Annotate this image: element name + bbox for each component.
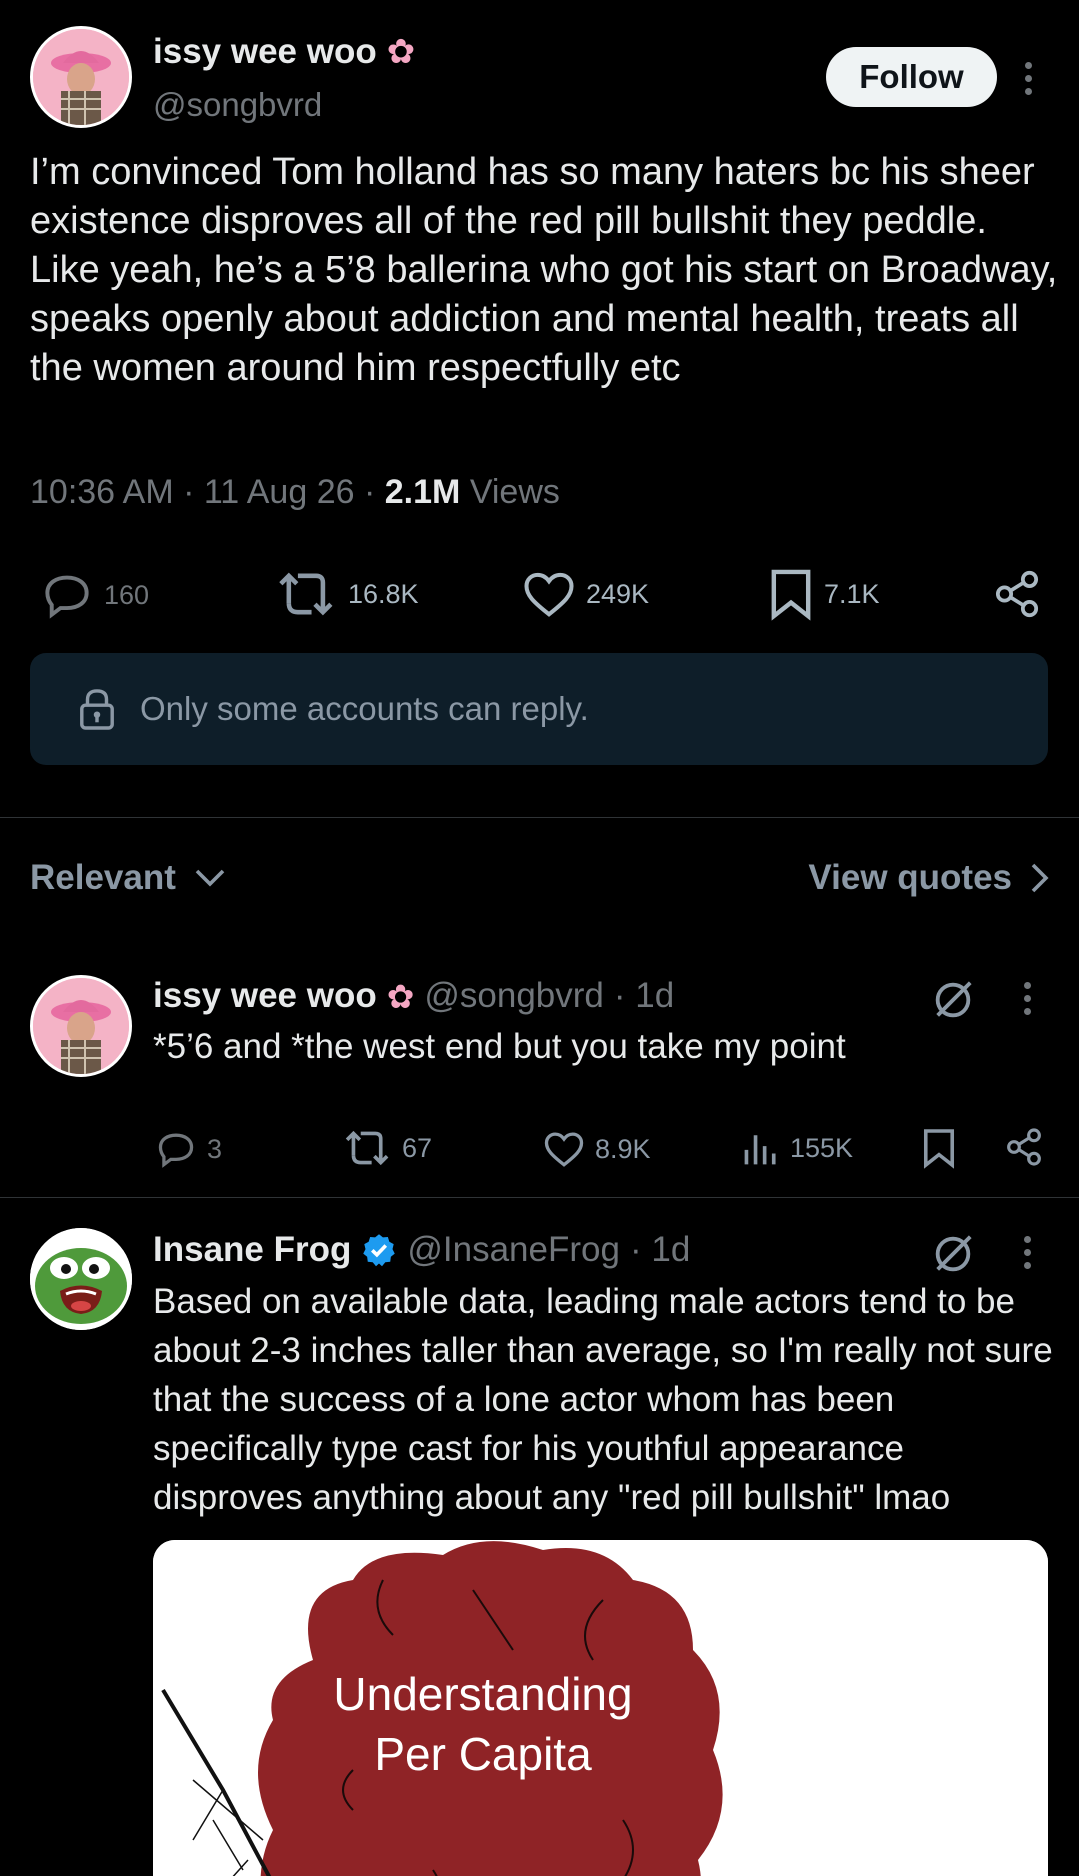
author-name[interactable]: issy wee woo xyxy=(153,32,377,72)
author-handle[interactable]: @songbvrd xyxy=(153,86,322,124)
reply-author-name[interactable]: issy wee woo xyxy=(153,976,377,1016)
tweet-text: I’m convinced Tom holland has so many ha… xyxy=(30,151,1058,389)
flower-emoji-icon: ✿ xyxy=(386,33,416,71)
lock-icon xyxy=(80,689,114,730)
heart-icon xyxy=(544,1132,584,1167)
bookmark-action[interactable]: 7.1K xyxy=(768,567,880,621)
chevron-right-icon xyxy=(1031,863,1049,893)
views-count: 2.1M xyxy=(384,473,461,511)
reply-handle[interactable]: @songbvrd xyxy=(424,976,604,1016)
bookmark-count: 7.1K xyxy=(824,578,880,609)
repost-count: 16.8K xyxy=(348,578,419,609)
image-caption-line1: Understanding xyxy=(333,1668,632,1720)
meme-image: Understanding Per Capita xyxy=(153,1540,1048,1876)
bar-chart-icon xyxy=(744,1135,776,1165)
avatar-image xyxy=(33,29,129,125)
reply-action[interactable]: 3 xyxy=(155,1130,222,1168)
reply-more-options-icon[interactable] xyxy=(1017,1236,1037,1269)
reply-text: *5’6 and *the west end but you take my p… xyxy=(153,1027,846,1066)
repost-count: 67 xyxy=(402,1132,433,1163)
reply-text: Based on available data, leading male ac… xyxy=(153,1282,1053,1517)
grok-icon[interactable] xyxy=(930,1231,976,1277)
image-caption-line2: Per Capita xyxy=(374,1728,592,1780)
reply-author-name[interactable]: Insane Frog xyxy=(153,1230,351,1270)
repost-icon xyxy=(279,572,333,616)
verified-badge-icon xyxy=(363,1234,396,1267)
like-count: 8.9K xyxy=(595,1133,651,1164)
reply-age[interactable]: · 1d xyxy=(614,976,674,1016)
divider xyxy=(0,1197,1079,1198)
share-icon xyxy=(995,570,1039,618)
view-quotes-link[interactable]: View quotes xyxy=(808,858,1050,898)
avatar-image xyxy=(33,978,129,1074)
bookmark-icon xyxy=(771,569,811,621)
divider xyxy=(0,817,1079,818)
reply-header: issy wee woo ✿ @songbvrd · 1d xyxy=(153,976,674,1016)
author-avatar[interactable] xyxy=(30,26,132,128)
tweet-time[interactable]: 10:36 AM xyxy=(30,473,174,511)
reply-more-options-icon[interactable] xyxy=(1017,982,1037,1015)
reply-age[interactable]: · 1d xyxy=(630,1230,690,1270)
tweet-date[interactable]: 11 Aug 26 xyxy=(204,473,355,511)
repost-action[interactable]: 67 xyxy=(344,1128,432,1168)
reply-icon xyxy=(158,1133,194,1168)
reply-avatar[interactable] xyxy=(30,1228,132,1330)
reply-header: Insane Frog @InsaneFrog · 1d xyxy=(153,1230,690,1270)
chevron-down-icon xyxy=(195,869,225,887)
reply-restriction-text: Only some accounts can reply. xyxy=(140,690,589,727)
reply-sort-row: Relevant View quotes xyxy=(30,858,1050,898)
views-label: Views xyxy=(469,473,560,511)
reply-count: 160 xyxy=(104,579,150,610)
views-action[interactable]: 155K xyxy=(742,1128,853,1168)
reply-handle[interactable]: @InsaneFrog xyxy=(407,1230,620,1270)
like-count: 249K xyxy=(586,578,650,609)
grok-icon[interactable] xyxy=(930,977,976,1023)
frog-avatar-image xyxy=(30,1228,132,1330)
sort-label: Relevant xyxy=(30,858,176,897)
reply-count: 3 xyxy=(207,1133,223,1164)
bookmark-icon[interactable] xyxy=(922,1127,956,1169)
share-icon[interactable] xyxy=(1004,1127,1044,1167)
reply-restriction-banner: Only some accounts can reply. xyxy=(30,653,1048,765)
sort-dropdown[interactable]: Relevant xyxy=(30,858,226,898)
heart-icon xyxy=(524,572,574,617)
like-action[interactable]: 249K xyxy=(522,569,649,619)
follow-button[interactable]: Follow xyxy=(826,47,997,107)
reply-action[interactable]: 160 xyxy=(40,571,149,619)
reply-icon xyxy=(45,575,89,619)
share-action[interactable] xyxy=(992,569,1042,619)
flower-emoji-icon: ✿ xyxy=(386,977,415,1015)
reply-avatar[interactable] xyxy=(30,975,132,1077)
reply-image[interactable]: Understanding Per Capita xyxy=(153,1540,1048,1876)
tweet-meta: 10:36 AM · 11 Aug 26 · 2.1M Views xyxy=(30,473,560,511)
more-options-icon[interactable] xyxy=(1018,62,1038,95)
like-action[interactable]: 8.9K xyxy=(543,1129,651,1169)
view-quotes-label: View quotes xyxy=(808,858,1012,897)
repost-icon xyxy=(345,1130,389,1166)
views-count: 155K xyxy=(790,1132,854,1163)
repost-action[interactable]: 16.8K xyxy=(276,569,419,619)
